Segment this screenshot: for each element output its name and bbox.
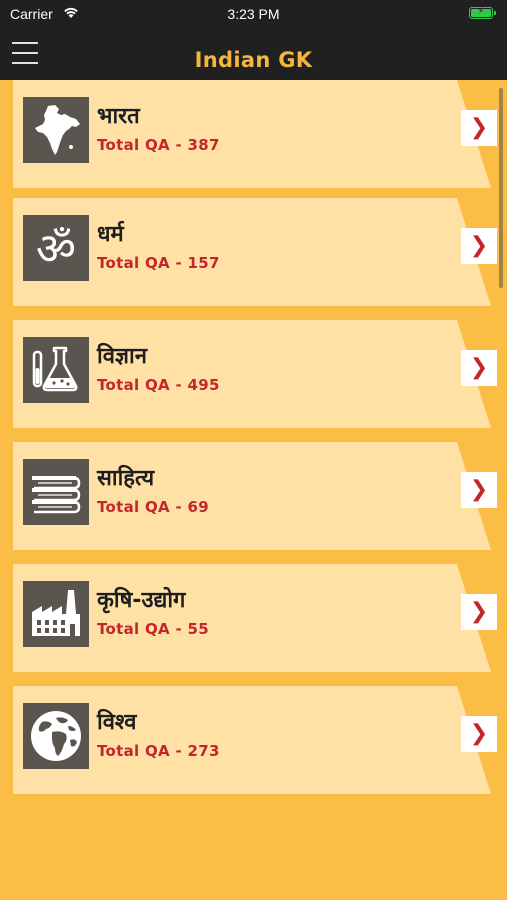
category-count: Total QA - 273 xyxy=(97,742,220,760)
category-count: Total QA - 69 xyxy=(97,498,210,516)
top-bar: Carrier 3:23 PM ⚡ Indian GK xyxy=(0,0,507,80)
chevron-right-icon[interactable]: ❯ xyxy=(461,350,497,386)
category-count: Total QA - 495 xyxy=(97,376,220,394)
chevron-right-icon[interactable]: ❯ xyxy=(461,228,497,264)
om-icon: ॐ xyxy=(23,215,89,281)
factory-icon xyxy=(23,581,89,647)
battery-icon: ⚡ xyxy=(469,6,496,19)
category-label: साहित्य xyxy=(97,466,155,491)
globe-icon xyxy=(23,703,89,769)
category-label: धर्म xyxy=(97,222,124,247)
category-card-bharat[interactable]: भारत Total QA - 387 ❯ xyxy=(13,80,497,188)
status-bar: Carrier 3:23 PM ⚡ xyxy=(0,0,507,28)
category-label: विज्ञान xyxy=(97,344,147,369)
category-card-krishi-udyog[interactable]: कृषि-उद्योग Total QA - 55 ❯ xyxy=(13,564,497,672)
svg-text:ॐ: ॐ xyxy=(36,224,76,275)
chevron-right-icon[interactable]: ❯ xyxy=(461,594,497,630)
category-count: Total QA - 55 xyxy=(97,620,210,638)
category-card-vigyan[interactable]: विज्ञान Total QA - 495 ❯ xyxy=(13,320,497,428)
category-label: विश्व xyxy=(97,710,137,735)
chevron-right-icon[interactable]: ❯ xyxy=(461,110,497,146)
category-label: कृषि-उद्योग xyxy=(97,588,186,613)
category-count: Total QA - 157 xyxy=(97,254,220,272)
chevron-right-icon[interactable]: ❯ xyxy=(461,716,497,752)
category-card-sahitya[interactable]: साहित्य Total QA - 69 ❯ xyxy=(13,442,497,550)
category-card-dharm[interactable]: ॐ धर्म Total QA - 157 ❯ xyxy=(13,198,497,306)
lab-flask-icon xyxy=(23,337,89,403)
category-label: भारत xyxy=(97,104,140,129)
books-icon xyxy=(23,459,89,525)
page-title: Indian GK xyxy=(194,48,313,72)
india-map-icon xyxy=(23,97,89,163)
clock: 3:23 PM xyxy=(227,6,280,22)
scroll-indicator[interactable] xyxy=(499,88,503,288)
chevron-right-icon[interactable]: ❯ xyxy=(461,472,497,508)
category-card-vishv[interactable]: विश्व Total QA - 273 ❯ xyxy=(13,686,497,794)
category-count: Total QA - 387 xyxy=(97,136,220,154)
